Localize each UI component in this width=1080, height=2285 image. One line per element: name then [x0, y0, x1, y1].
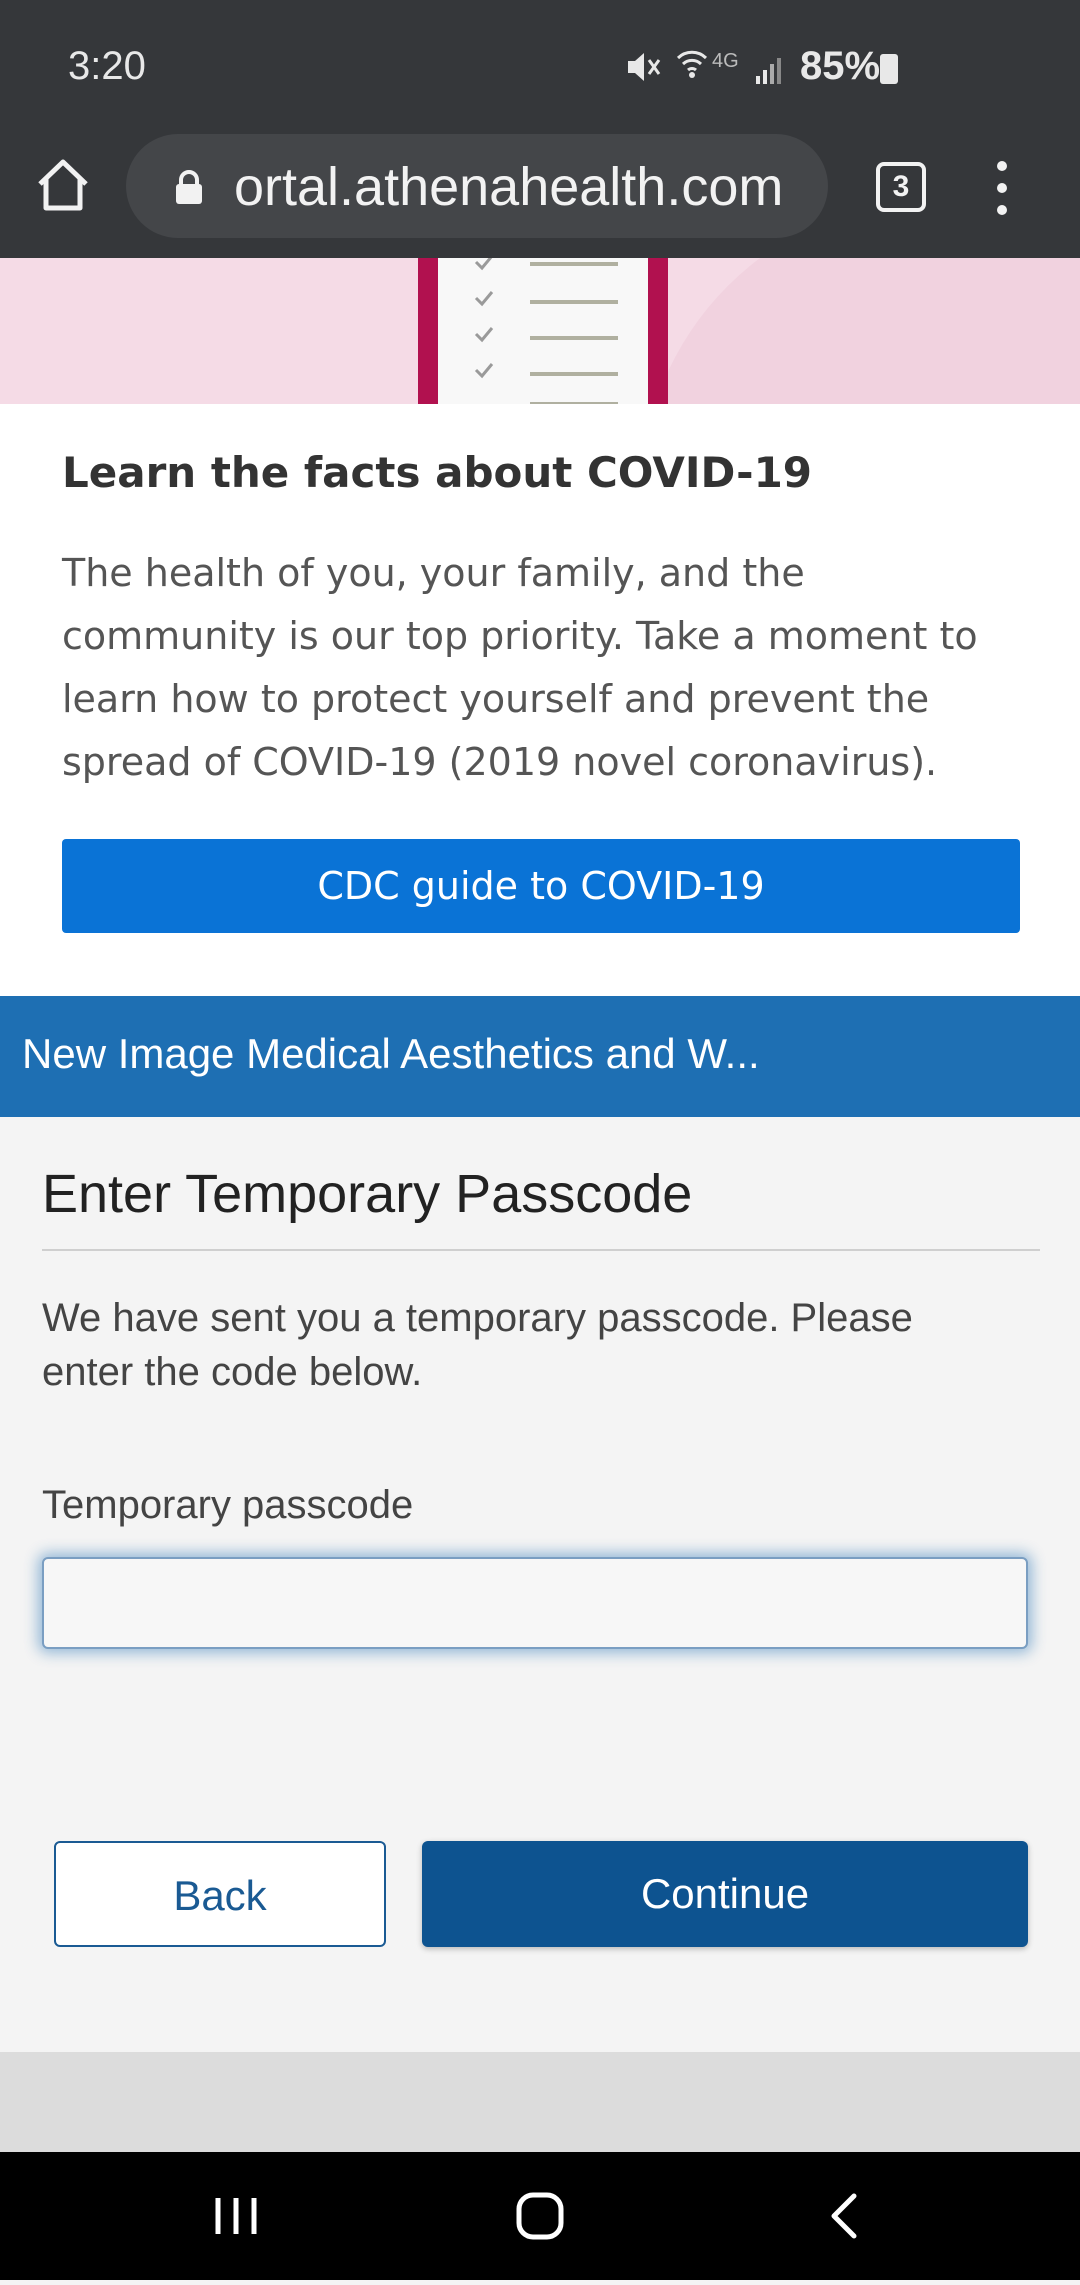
mute-icon	[626, 50, 662, 89]
tab-switcher-button[interactable]: 3	[876, 162, 926, 212]
covid-banner-image	[0, 258, 1080, 404]
recent-apps-icon[interactable]	[136, 2152, 336, 2280]
status-time: 3:20	[68, 44, 146, 88]
page-title: Enter Temporary Passcode	[42, 1164, 693, 1224]
covid-body-text: The health of you, your family, and the …	[62, 551, 978, 784]
lock-icon	[174, 170, 204, 204]
back-nav-icon[interactable]	[744, 2152, 944, 2280]
status-bar: 3:20 4G 85%	[0, 0, 1080, 132]
covid-info-card: Learn the facts about COVID-19 The healt…	[0, 404, 1080, 996]
banner-decoration	[640, 258, 1080, 404]
wifi-icon	[676, 48, 708, 89]
battery-percent: 85%	[800, 44, 881, 88]
system-nav-bar	[0, 2152, 1080, 2280]
address-bar[interactable]: ortal.athenahealth.com	[126, 134, 828, 238]
continue-button[interactable]: Continue	[422, 1841, 1028, 1947]
url-text: ortal.athenahealth.com	[234, 157, 784, 217]
practice-name: New Image Medical Aesthetics and W...	[22, 1030, 760, 1077]
clipboard-illustration	[418, 258, 668, 404]
practice-header: New Image Medical Aesthetics and W...	[0, 996, 1080, 1117]
cdc-guide-button[interactable]: CDC guide to COVID-19	[62, 839, 1020, 933]
back-button[interactable]: Back	[54, 1841, 386, 1947]
covid-title: Learn the facts about COVID-19	[62, 448, 813, 497]
passcode-form: Enter Temporary Passcode We have sent yo…	[0, 1117, 1080, 2052]
page-footer	[0, 2052, 1080, 2152]
passcode-input[interactable]	[42, 1557, 1028, 1649]
network-type: 4G	[712, 50, 739, 72]
title-divider	[42, 1249, 1040, 1251]
passcode-label: Temporary passcode	[42, 1483, 414, 1527]
form-description: We have sent you a temporary passcode. P…	[42, 1296, 913, 1394]
signal-icon	[756, 54, 788, 89]
home-nav-icon[interactable]	[440, 2152, 640, 2280]
home-icon[interactable]	[34, 156, 92, 214]
more-menu-icon[interactable]	[996, 158, 1008, 218]
browser-toolbar: ortal.athenahealth.com 3	[0, 132, 1080, 258]
checklist-paper	[438, 258, 648, 404]
battery-icon	[880, 54, 898, 84]
